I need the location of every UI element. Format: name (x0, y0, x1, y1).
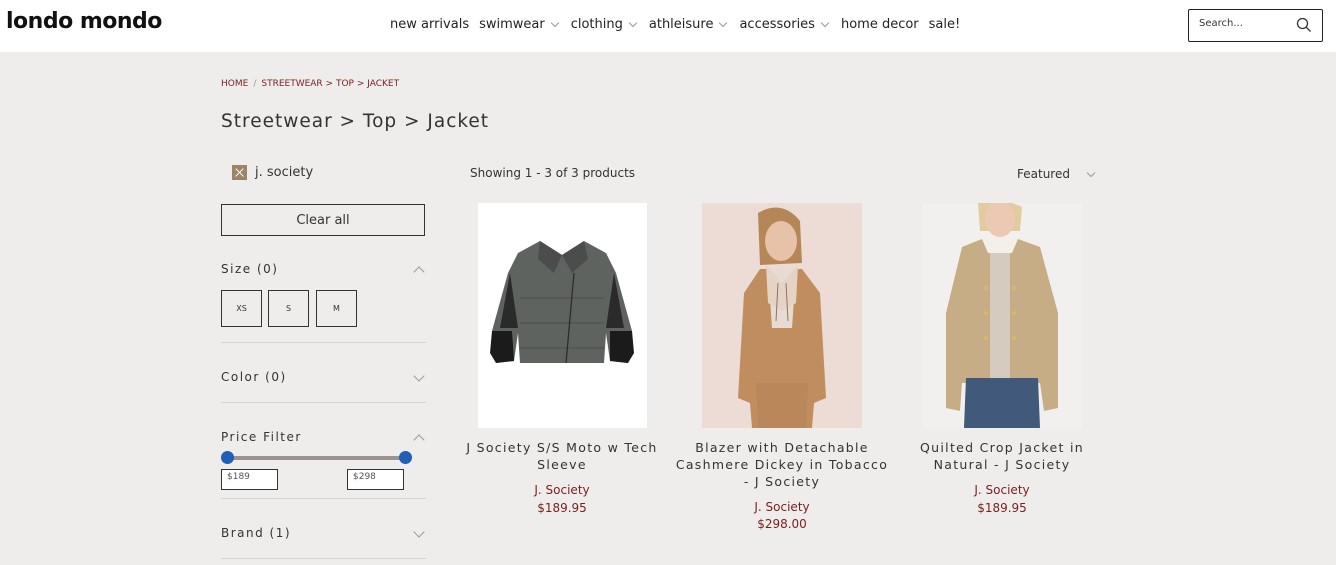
close-icon[interactable] (232, 165, 247, 180)
nav-label: clothing (570, 17, 623, 32)
price-filter-heading[interactable]: Price Filter (221, 430, 302, 444)
sort-label: Featured (1017, 167, 1070, 181)
crop-jacket-image (922, 203, 1082, 428)
product-image[interactable] (922, 203, 1082, 428)
blazer-image (702, 203, 862, 428)
product-title[interactable]: Blazer with Detachable Cashmere Dickey i… (672, 439, 892, 490)
chevron-up-icon[interactable] (413, 434, 425, 446)
price-min-field[interactable]: $189 (221, 469, 278, 490)
divider (221, 498, 426, 499)
sort-dropdown[interactable]: Featured (1017, 167, 1097, 181)
chevron-down-icon (550, 18, 559, 28)
nav-label: athleisure (648, 17, 714, 32)
site-header: londo mondo new arrivals swimwear clothi… (0, 0, 1336, 52)
nav-label: new arrivals (390, 17, 470, 32)
product-brand[interactable]: J. Society (452, 483, 672, 497)
nav-label: home decor (840, 17, 919, 32)
search-box (1188, 9, 1323, 42)
main-nav: new arrivals swimwear clothing athleisur… (390, 17, 960, 32)
breadcrumb-home[interactable]: HOME (221, 79, 248, 89)
product-title[interactable]: J Society S/S Moto w Tech Sleeve (452, 439, 672, 473)
brand-filter-heading[interactable]: Brand (1) (221, 526, 291, 540)
breadcrumb-separator: / (253, 79, 257, 89)
search-icon[interactable] (1296, 17, 1312, 33)
nav-swimwear[interactable]: swimwear (479, 17, 561, 32)
color-filter-heading[interactable]: Color (0) (221, 370, 287, 384)
active-filter-chip[interactable]: j. society (232, 165, 313, 180)
price-max-field[interactable]: $298 (347, 469, 404, 490)
product-price: $189.95 (537, 501, 587, 515)
results-count: Showing 1 - 3 of 3 products (470, 166, 636, 180)
nav-athleisure[interactable]: athleisure (649, 17, 730, 32)
divider (221, 402, 426, 403)
chevron-down-icon (719, 18, 728, 28)
nav-label: accessories (739, 17, 815, 32)
product-brand[interactable]: J. Society (892, 483, 1112, 497)
product-title[interactable]: Quilted Crop Jacket in Natural - J Socie… (892, 439, 1112, 473)
size-option-m[interactable]: M (316, 290, 357, 327)
product-brand[interactable]: J. Society (672, 500, 892, 514)
site-logo[interactable]: londo mondo (6, 9, 162, 34)
price-slider-max-handle[interactable] (399, 451, 412, 464)
size-filter-heading[interactable]: Size (0) (221, 262, 278, 276)
nav-sale[interactable]: sale! (929, 17, 961, 32)
active-filter-label: j. society (255, 165, 314, 180)
page-title: Streetwear > Top > Jacket (221, 111, 490, 132)
product-image[interactable] (702, 203, 862, 428)
chevron-down-icon (820, 18, 830, 28)
nav-label: swimwear (479, 17, 545, 32)
divider (221, 558, 426, 559)
jacket-image (490, 241, 634, 364)
size-option-xs[interactable]: XS (221, 290, 262, 327)
nav-clothing[interactable]: clothing (571, 17, 639, 32)
breadcrumb-current: STREETWEAR > TOP > JACKET (261, 79, 400, 89)
product-image[interactable] (478, 203, 647, 428)
product-price: $298.00 (757, 517, 807, 531)
nav-home-decor[interactable]: home decor (841, 17, 919, 32)
chevron-down-icon[interactable] (413, 526, 425, 538)
nav-label: sale! (928, 17, 961, 32)
price-slider-min-handle[interactable] (221, 451, 234, 464)
nav-new-arrivals[interactable]: new arrivals (390, 17, 469, 32)
price-slider-track[interactable] (227, 456, 406, 460)
chevron-down-icon (628, 18, 638, 28)
divider (221, 342, 426, 343)
size-option-s[interactable]: S (268, 290, 309, 327)
chevron-down-icon (1086, 168, 1096, 177)
nav-accessories[interactable]: accessories (739, 17, 831, 32)
breadcrumb: HOME / STREETWEAR > TOP > JACKET (221, 79, 399, 89)
search-input[interactable] (1199, 18, 1294, 29)
product-price: $189.95 (977, 501, 1027, 515)
clear-all-button[interactable]: Clear all (221, 204, 425, 236)
chevron-down-icon[interactable] (413, 370, 425, 382)
chevron-up-icon[interactable] (413, 266, 425, 278)
